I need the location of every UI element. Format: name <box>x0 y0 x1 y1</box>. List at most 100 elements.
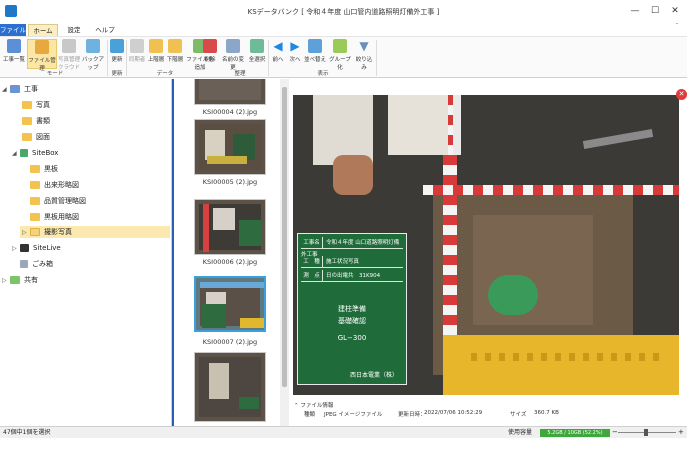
thumbnail-label: KSI00007 (2).jpg <box>202 338 258 346</box>
collapse-toggle[interactable]: ◢ <box>2 84 10 96</box>
sort-icon <box>308 39 322 53</box>
prev-button[interactable]: ◀ 前へ <box>270 39 286 69</box>
expand-toggle[interactable]: ▷ <box>22 227 30 239</box>
scrollbar-thumb[interactable] <box>282 87 287 387</box>
filter-icon: ▼ <box>359 39 369 53</box>
group-label-mode: モード <box>46 71 64 77</box>
thumbnail-label: KSI00006 (2).jpg <box>202 258 258 266</box>
up-folder-icon <box>149 39 163 53</box>
group-label-organize: 整理 <box>234 71 246 77</box>
file-updated-value: 2022/07/06 10:52:29 <box>424 410 483 416</box>
tab-home[interactable]: ホーム <box>28 24 58 36</box>
board-key: 工 種 <box>301 256 323 268</box>
refresh-icon <box>110 39 124 53</box>
zoom-knob[interactable] <box>644 429 648 436</box>
tree-item-sitelive[interactable]: ▷ SiteLive <box>12 242 61 254</box>
project-icon <box>10 85 20 93</box>
group-icon <box>333 39 347 53</box>
group-label-update: 更新 <box>111 71 123 77</box>
folder-icon <box>30 181 40 189</box>
delete-button[interactable]: 削除 <box>203 39 217 69</box>
board-line: 建柱準備 <box>338 305 366 313</box>
file-info-panel: ⌃ ファイル情報 種類 JPEG イメージファイル 更新日時： 2022/07/… <box>290 401 687 421</box>
tree-item-shot-photos[interactable]: ▷ 撮影写真 <box>20 226 170 238</box>
cloud-photo-button[interactable]: 写真管理 クラウド <box>58 39 80 71</box>
file-manage-icon <box>35 40 49 54</box>
thumbnail-next[interactable] <box>194 352 266 422</box>
board-value: 施工状況写真 <box>326 259 360 265</box>
tree-item-quality-sketch[interactable]: 品質管理略図 <box>30 195 86 207</box>
sort-button[interactable]: 並べ替え <box>304 39 326 69</box>
thumbnail-ksi00005[interactable] <box>194 119 266 175</box>
file-info-header[interactable]: ⌃ ファイル情報 <box>294 401 333 409</box>
tab-settings[interactable]: 設定 <box>60 24 88 36</box>
sync-user-button[interactable]: 同期者 <box>128 39 146 69</box>
expand-toggle[interactable]: ▷ <box>12 243 20 255</box>
thumbnail-label: KSI00004 (2).jpg <box>202 108 258 116</box>
group-button[interactable]: グループ化 <box>327 39 353 71</box>
project-list-button[interactable]: 工事一覧 <box>3 39 25 69</box>
file-size-label: サイズ <box>510 412 527 418</box>
tree-item-blackboard[interactable]: 黒板 <box>30 163 58 175</box>
next-button[interactable]: ▶ 次へ <box>287 39 303 69</box>
down-folder-button[interactable]: 下階層 <box>166 39 184 69</box>
select-all-button[interactable]: 全選択 <box>248 39 266 69</box>
file-type-label: 種類 <box>304 412 316 418</box>
tree-item-drawings[interactable]: 図面 <box>22 131 50 143</box>
selection-status: 47個中1個を選択 <box>3 429 51 436</box>
folder-icon <box>30 165 40 173</box>
thumbnail-ksi00007[interactable] <box>194 276 266 332</box>
minimize-button[interactable]: — <box>625 4 645 18</box>
file-manage-button[interactable]: ファイル管理 <box>27 39 57 72</box>
window-title: KSデータバンク [ 令和４年度 山口管内道路照明灯備外工事 ] <box>247 8 440 16</box>
ribbon-separator <box>107 40 108 76</box>
zoom-out-icon[interactable]: − <box>612 427 618 438</box>
file-size-value: 360.7 KB <box>534 410 559 416</box>
tree-item-photo[interactable]: 写真 <box>22 99 50 111</box>
collapse-up-icon: ⌃ <box>294 403 299 409</box>
tree-item-share[interactable]: ▷ 共有 <box>2 274 38 286</box>
tree-item-documents[interactable]: 書類 <box>22 115 50 127</box>
delete-icon <box>203 39 217 53</box>
zoom-slider[interactable] <box>618 429 676 436</box>
tree-item-trash[interactable]: ごみ箱 <box>20 258 53 270</box>
tree-item-dimension-sketch[interactable]: 出来形略図 <box>30 179 79 191</box>
tree-item-project[interactable]: ◢ 工事 <box>2 83 38 95</box>
ribbon-separator <box>126 40 127 76</box>
close-preview-icon[interactable]: ✕ <box>676 89 687 100</box>
down-folder-icon <box>168 39 182 53</box>
up-folder-button[interactable]: 上階層 <box>147 39 165 69</box>
cloud-photo-icon <box>62 39 76 53</box>
folder-open-icon <box>30 228 40 236</box>
tree-item-board-sketch[interactable]: 黒板用略図 <box>30 211 79 223</box>
folder-icon <box>22 101 32 109</box>
folder-icon <box>30 197 40 205</box>
refresh-button[interactable]: 更新 <box>109 39 125 69</box>
project-list-icon <box>7 39 21 53</box>
folder-tree: ◢ 工事 写真 書類 図面 ◢ SiteBox 黒板 出来形略図 品質管理略図 黒板… <box>0 79 172 426</box>
tree-item-sitebox[interactable]: ◢ SiteBox <box>12 147 58 159</box>
sitebox-icon <box>20 149 28 157</box>
zoom-in-icon[interactable]: + <box>678 427 684 438</box>
tab-help[interactable]: ヘルプ <box>90 24 120 36</box>
tab-file[interactable]: ファイル <box>0 24 26 36</box>
maximize-button[interactable]: ☐ <box>645 4 665 18</box>
collapse-toggle[interactable]: ◢ <box>12 148 20 160</box>
thumbnail-label: KSI00005 (2).jpg <box>202 178 258 186</box>
rename-button[interactable]: 名前の変更 <box>220 39 246 71</box>
title-bar: KSデータバンク [ 令和４年度 山口管内道路照明灯備外工事 ] — ☐ ✕ ? <box>0 0 687 30</box>
expand-toggle[interactable]: ▷ <box>2 275 10 287</box>
thumbnail-scrollbar[interactable] <box>280 79 289 426</box>
prev-icon: ◀ <box>273 39 283 53</box>
thumbnail-ksi00006[interactable] <box>194 199 266 255</box>
sync-user-icon <box>130 39 144 53</box>
close-button[interactable]: ✕ <box>665 4 685 18</box>
folder-icon <box>22 117 32 125</box>
sitelive-icon <box>20 244 29 252</box>
usage-bar: 5.2GB / 10GB (52.2%) <box>540 429 610 437</box>
backup-button[interactable]: バックアップ <box>80 39 106 71</box>
trash-icon <box>20 260 28 268</box>
ribbon-separator <box>268 40 269 76</box>
filter-button[interactable]: ▼ 絞り込み <box>354 39 374 71</box>
thumbnail-top-partial[interactable] <box>194 79 266 105</box>
